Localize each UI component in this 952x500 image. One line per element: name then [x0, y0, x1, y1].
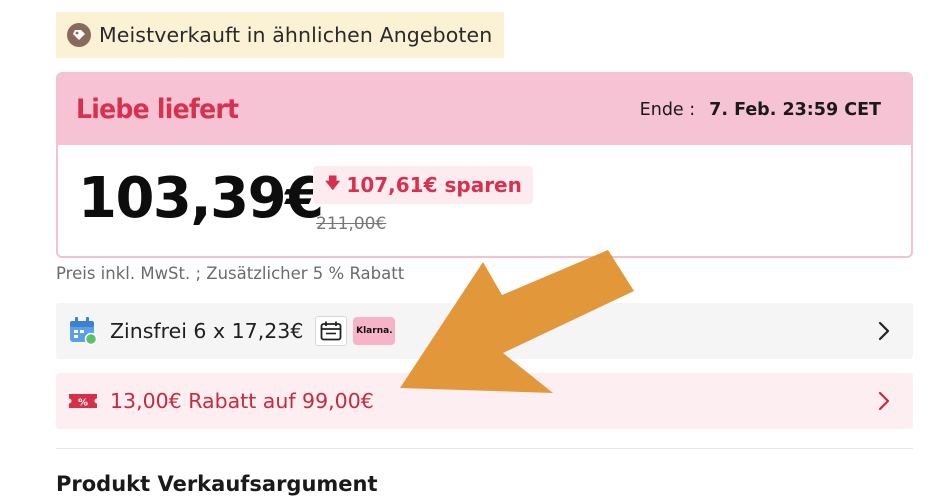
svg-text:%: %: [78, 398, 88, 409]
chevron-right-icon: [878, 391, 890, 411]
deal-title: Liebe liefert: [76, 94, 239, 125]
badge-text: Meistverkauft in ähnlichen Angeboten: [99, 23, 493, 47]
coupon-text: 13,00€ Rabatt auf 99,00€: [110, 389, 374, 413]
tag-icon: [67, 23, 91, 47]
deal-header: Liebe liefert Ende : 7. Feb. 23:59 CET: [58, 74, 911, 145]
installment-text: Zinsfrei 6 x 17,23€: [110, 319, 304, 343]
arrow-down-icon: 🡇: [325, 173, 341, 192]
coupon-row[interactable]: % 13,00€ Rabatt auf 99,00€: [56, 373, 913, 429]
bestseller-badge: Meistverkauft in ähnlichen Angeboten: [56, 12, 504, 58]
calendar-icon: [70, 317, 98, 346]
current-price: 103,39€: [78, 166, 324, 231]
calendar-outline-icon: [315, 316, 348, 346]
tax-note: Preis inkl. MwSt. ; Zusätzlicher 5 % Rab…: [56, 264, 405, 283]
chevron-right-icon: [878, 321, 890, 341]
coupon-icon: %: [69, 394, 97, 409]
deal-card: Liebe liefert Ende : 7. Feb. 23:59 CET 10…: [56, 72, 913, 258]
deal-end-time: Ende : 7. Feb. 23:59 CET: [640, 100, 881, 120]
deal-end-value: 7. Feb. 23:59 CET: [709, 99, 881, 120]
section-title: Produkt Verkaufsargument: [56, 472, 378, 496]
original-price: 211,00€: [316, 214, 387, 234]
deal-end-label: Ende :: [639, 99, 696, 120]
installment-row[interactable]: Zinsfrei 6 x 17,23€ Klarna.: [56, 303, 913, 359]
savings-text: 107,61€ sparen: [346, 173, 522, 197]
klarna-logo: Klarna.: [353, 317, 396, 345]
savings-badge: 🡇 107,61€ sparen: [313, 166, 533, 204]
divider: [56, 448, 913, 449]
